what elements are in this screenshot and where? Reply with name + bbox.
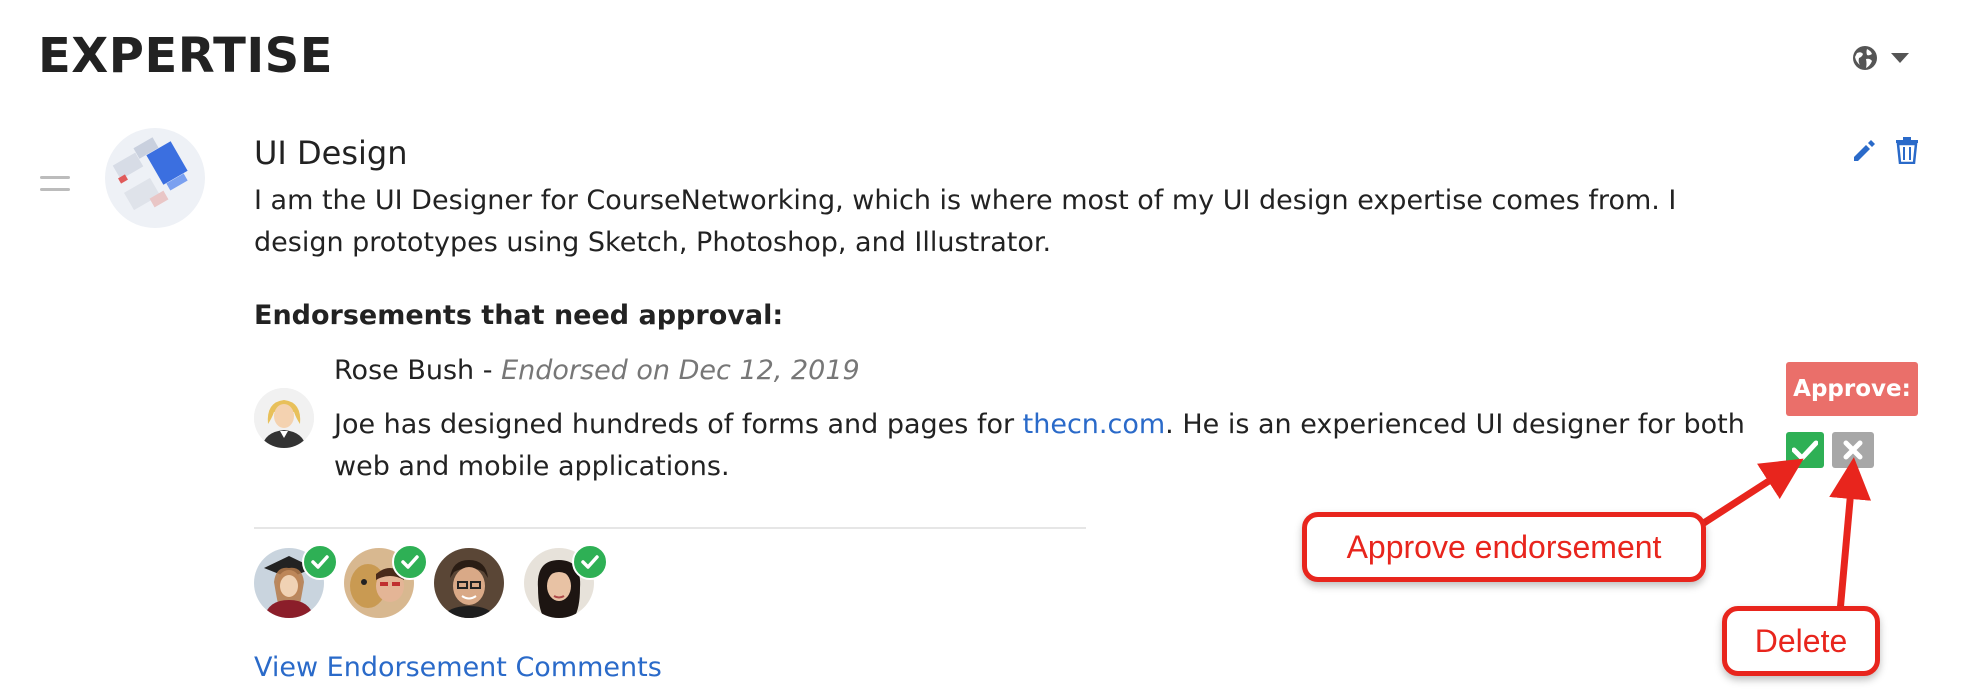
view-endorsement-comments-link[interactable]: View Endorsement Comments <box>254 652 662 683</box>
endorser-thumb-4[interactable] <box>524 544 608 618</box>
endorser-thumb-3[interactable] <box>434 548 504 618</box>
endorsements-heading: Endorsements that need approval: <box>254 300 784 331</box>
visibility-dropdown[interactable] <box>1851 44 1911 72</box>
approve-label: Approve: <box>1786 362 1918 416</box>
divider <box>254 527 1086 529</box>
delete-endorsement-button[interactable] <box>1832 432 1874 468</box>
globe-icon <box>1853 46 1877 70</box>
expertise-description: I am the UI Designer for CourseNetworkin… <box>254 185 1677 258</box>
approved-check-icon <box>392 544 428 580</box>
caret-down-icon <box>1891 53 1909 63</box>
endorsers-list <box>254 544 608 618</box>
drag-handle[interactable] <box>40 176 70 200</box>
endorser-thumb-2[interactable] <box>344 544 428 618</box>
close-icon <box>1843 440 1863 460</box>
thecn-link[interactable]: thecn.com <box>1023 409 1166 440</box>
approved-check-icon <box>572 544 608 580</box>
edit-button[interactable] <box>1851 138 1877 168</box>
endorser-thumb-1[interactable] <box>254 544 338 618</box>
approve-endorsement-button[interactable] <box>1786 432 1824 468</box>
approved-check-icon <box>302 544 338 580</box>
endorser-line: Rose Bush - Endorsed on Dec 12, 2019 <box>334 355 860 386</box>
endorsement-text: Joe has designed hundreds of forms and p… <box>334 409 1745 482</box>
delete-expertise-button[interactable] <box>1895 136 1919 168</box>
endorser-avatar <box>254 388 314 448</box>
endorser-name: Rose Bush <box>334 355 475 386</box>
expertise-thumbnail <box>105 128 205 228</box>
pencil-icon <box>1854 140 1875 161</box>
trash-icon <box>1896 137 1918 165</box>
check-icon <box>1792 440 1818 461</box>
expertise-title: UI Design <box>254 134 408 172</box>
delete-callout: Delete <box>1722 606 1880 676</box>
section-title: EXPERTISE <box>38 28 334 84</box>
endorsed-date: Endorsed on Dec 12, 2019 <box>501 355 860 386</box>
approve-endorsement-callout: Approve endorsement <box>1302 512 1706 582</box>
